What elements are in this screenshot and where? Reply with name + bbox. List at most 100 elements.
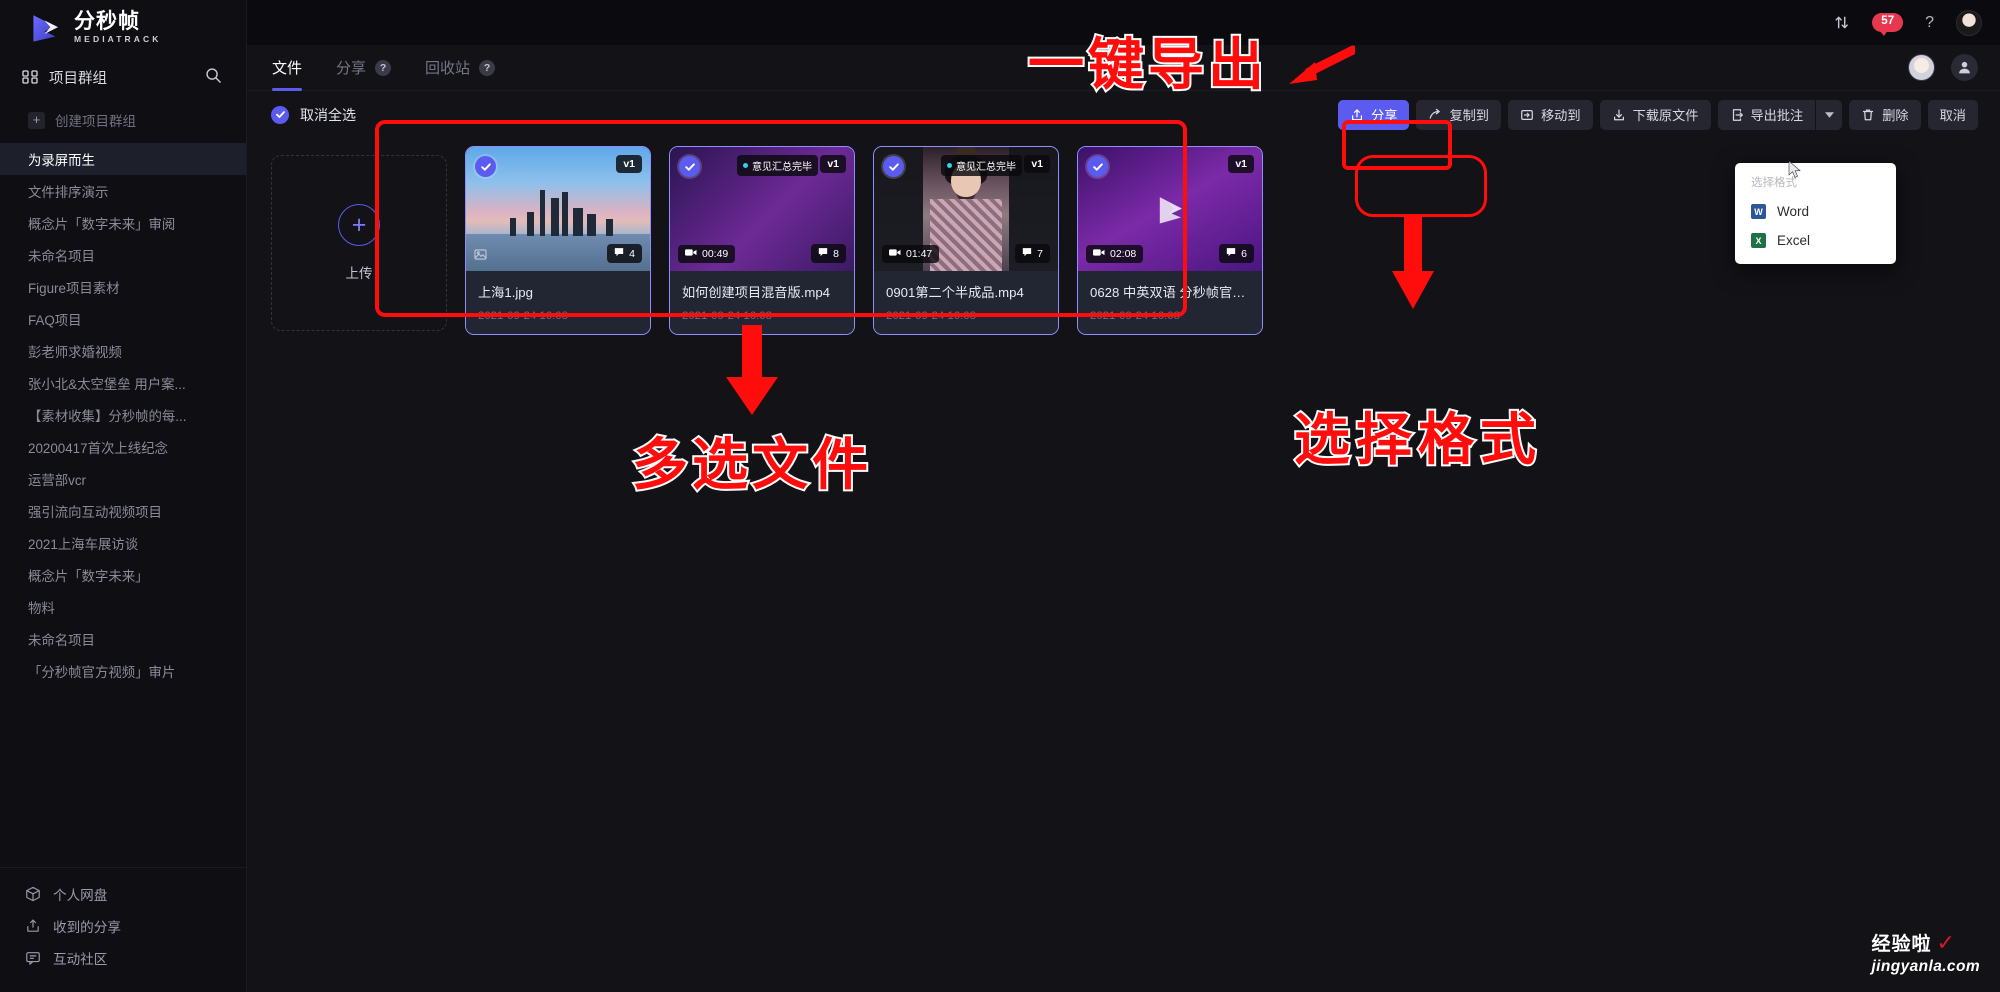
sidebar-project-label: 物料: [28, 601, 55, 616]
file-card[interactable]: v1 4 上海1.jpg 2021-09-24 16:08: [465, 146, 651, 335]
tab-recycle-bin-help-icon[interactable]: ?: [479, 59, 496, 76]
comment-count-label: 8: [833, 247, 839, 260]
sidebar-project-label: FAQ项目: [28, 313, 82, 328]
export-annotations-button[interactable]: 导出批注: [1717, 99, 1816, 130]
file-select-checkbox[interactable]: [883, 156, 904, 177]
word-icon: W: [1751, 204, 1766, 219]
file-select-checkbox[interactable]: [475, 156, 496, 177]
copy-to-button[interactable]: 复制到: [1416, 99, 1501, 130]
sidebar-project-label: 未命名项目: [28, 249, 95, 264]
transfer-updown-icon[interactable]: [1833, 14, 1850, 31]
brand-name-en: MEDIATRACK: [74, 34, 162, 45]
user-avatar[interactable]: [1956, 9, 1982, 36]
share-button-label: 分享: [1371, 108, 1398, 123]
sidebar-project-item[interactable]: 概念片「数字未来」: [0, 559, 246, 591]
sidebar-footer-item[interactable]: 互动社区: [0, 942, 246, 974]
download-original-button-label: 下载原文件: [1632, 108, 1699, 123]
sidebar-footer-label: 收到的分享: [53, 920, 121, 935]
file-card[interactable]: v1 02:08 6 0628 中英双语 分秒帧官方... .... 2021-09-2…: [1077, 146, 1263, 335]
cancel-button[interactable]: 取消: [1927, 99, 1978, 130]
sidebar-project-item[interactable]: FAQ项目: [0, 303, 246, 335]
sidebar-project-item[interactable]: 彭老师求婚视频: [0, 335, 246, 367]
help-question-icon[interactable]: ?: [1925, 14, 1934, 32]
sidebar-project-item[interactable]: 文件排序演示: [0, 175, 246, 207]
dropdown-item-excel[interactable]: X Excel: [1735, 226, 1896, 255]
status-badge-label: 意见汇总完毕: [956, 162, 1016, 173]
move-to-icon: [1521, 109, 1533, 120]
select-all-toggle[interactable]: 取消全选: [271, 105, 356, 125]
file-cards: v1 4 上海1.jpg 2021-09-24 16:08 意见汇总完毕 v1 00:49 8…: [465, 146, 1263, 335]
copy-to-icon: [1430, 108, 1441, 119]
file-name: 0901第二个半成品.mp4: [886, 285, 1024, 300]
duration-badge: 00:49: [678, 245, 736, 263]
download-original-button[interactable]: 下载原文件: [1599, 99, 1711, 130]
status-dot-icon: [947, 163, 952, 168]
file-select-checkbox[interactable]: [1087, 156, 1108, 177]
select-all-checkbox[interactable]: [271, 105, 289, 124]
upload-dropzone[interactable]: + 上传: [271, 155, 447, 331]
comment-icon: [1022, 247, 1032, 260]
sidebar-project-item[interactable]: 为录屏而生: [0, 143, 246, 175]
file-name: 0628 中英双语 分秒帧官方... ....: [1090, 285, 1250, 300]
sidebar-project-item[interactable]: 张小北&太空堡垒 用户案...: [0, 367, 246, 399]
file-thumbnail[interactable]: 意见汇总完毕 v1 00:49 8: [670, 147, 854, 271]
version-badge: v1: [616, 155, 642, 173]
duration-badge: 01:47: [882, 245, 940, 263]
file-timestamp: 2021-09-24 16:08: [886, 310, 976, 322]
sidebar-project-item[interactable]: 2021上海车展访谈: [0, 527, 246, 559]
comment-icon: [1226, 247, 1236, 260]
brand-logo[interactable]: 分秒帧 MEDIATRACK: [0, 0, 246, 55]
sidebar-project-label: 文件排序演示: [28, 185, 109, 200]
file-thumbnail[interactable]: v1 4: [466, 147, 650, 271]
sidebar-project-item[interactable]: 物料: [0, 591, 246, 623]
sidebar-project-label: 20200417首次上线纪念: [28, 441, 168, 456]
search-icon[interactable]: [205, 67, 222, 88]
copy-to-button-label: 复制到: [1449, 108, 1489, 123]
image-icon: [474, 249, 487, 263]
tab-shares-label: 分享: [336, 60, 367, 77]
sidebar-project-label: 彭老师求婚视频: [28, 345, 122, 360]
file-card[interactable]: 意见汇总完毕 v1 00:49 8 如何创建项目混音版.mp4 2021-09-24 16…: [669, 146, 855, 335]
sidebar-project-label: 未命名项目: [28, 633, 95, 648]
duration-badge: 02:08: [1086, 245, 1144, 263]
file-name: 如何创建项目混音版.mp4: [682, 285, 831, 300]
sidebar-project-item[interactable]: 强引流向互动视频项目: [0, 495, 246, 527]
delete-button-label: 删除: [1882, 108, 1909, 123]
tab-shares-help-icon[interactable]: ?: [375, 59, 392, 76]
sidebar-footer-item[interactable]: 收到的分享: [0, 910, 246, 942]
tab-files[interactable]: 文件: [272, 45, 303, 91]
add-member-button[interactable]: [1951, 54, 1978, 81]
mediatrack-logo-icon: [30, 11, 64, 45]
sidebar-project-item[interactable]: 20200417首次上线纪念: [0, 431, 246, 463]
create-project-group-button[interactable]: + 创建项目群组: [0, 99, 246, 141]
file-select-checkbox[interactable]: [679, 156, 700, 177]
tab-recycle-bin[interactable]: 回收站 ?: [425, 45, 496, 91]
move-to-button[interactable]: 移动到: [1508, 99, 1593, 130]
tabs-right-actions: [1908, 54, 2000, 81]
mediatrack-logo-icon: [1153, 192, 1187, 226]
export-format-dropdown: 选择格式 W Word X Excel: [1735, 163, 1896, 264]
sidebar-project-item[interactable]: 概念片「数字未来」审阅: [0, 207, 246, 239]
comment-count-label: 4: [629, 247, 635, 260]
export-format-caret[interactable]: [1816, 99, 1843, 130]
tab-shares[interactable]: 分享 ?: [336, 45, 392, 91]
plus-icon: +: [28, 111, 45, 129]
sidebar-project-item[interactable]: 运营部vcr: [0, 463, 246, 495]
member-avatar[interactable]: [1908, 54, 1935, 81]
watermark-cn: 经验啦 ✓: [1871, 929, 1980, 956]
sidebar-project-item[interactable]: 未命名项目: [0, 623, 246, 655]
sidebar-project-item[interactable]: 未命名项目: [0, 239, 246, 271]
share-button[interactable]: 分享: [1338, 99, 1410, 130]
file-card[interactable]: 意见汇总完毕 v1 01:47 7 0901第二个半成品.mp4 2021-09-24 1…: [873, 146, 1059, 335]
notification-badge[interactable]: 57: [1872, 13, 1904, 36]
sidebar-project-item[interactable]: Figure项目素材: [0, 271, 246, 303]
brand-name-cn: 分秒帧: [74, 10, 140, 34]
sidebar-footer-item[interactable]: 个人网盘: [0, 878, 246, 910]
sidebar-project-item[interactable]: 「分秒帧官方视频」审片: [0, 655, 246, 687]
file-thumbnail[interactable]: v1 02:08 6: [1078, 147, 1262, 271]
site-watermark: 经验啦 ✓ jingyanla.com: [1871, 929, 1980, 976]
delete-button[interactable]: 删除: [1849, 99, 1921, 130]
file-thumbnail[interactable]: 意见汇总完毕 v1 01:47 7: [874, 147, 1058, 271]
dropdown-item-word[interactable]: W Word: [1735, 197, 1896, 226]
sidebar-project-item[interactable]: 【素材收集】分秒帧的每...: [0, 399, 246, 431]
